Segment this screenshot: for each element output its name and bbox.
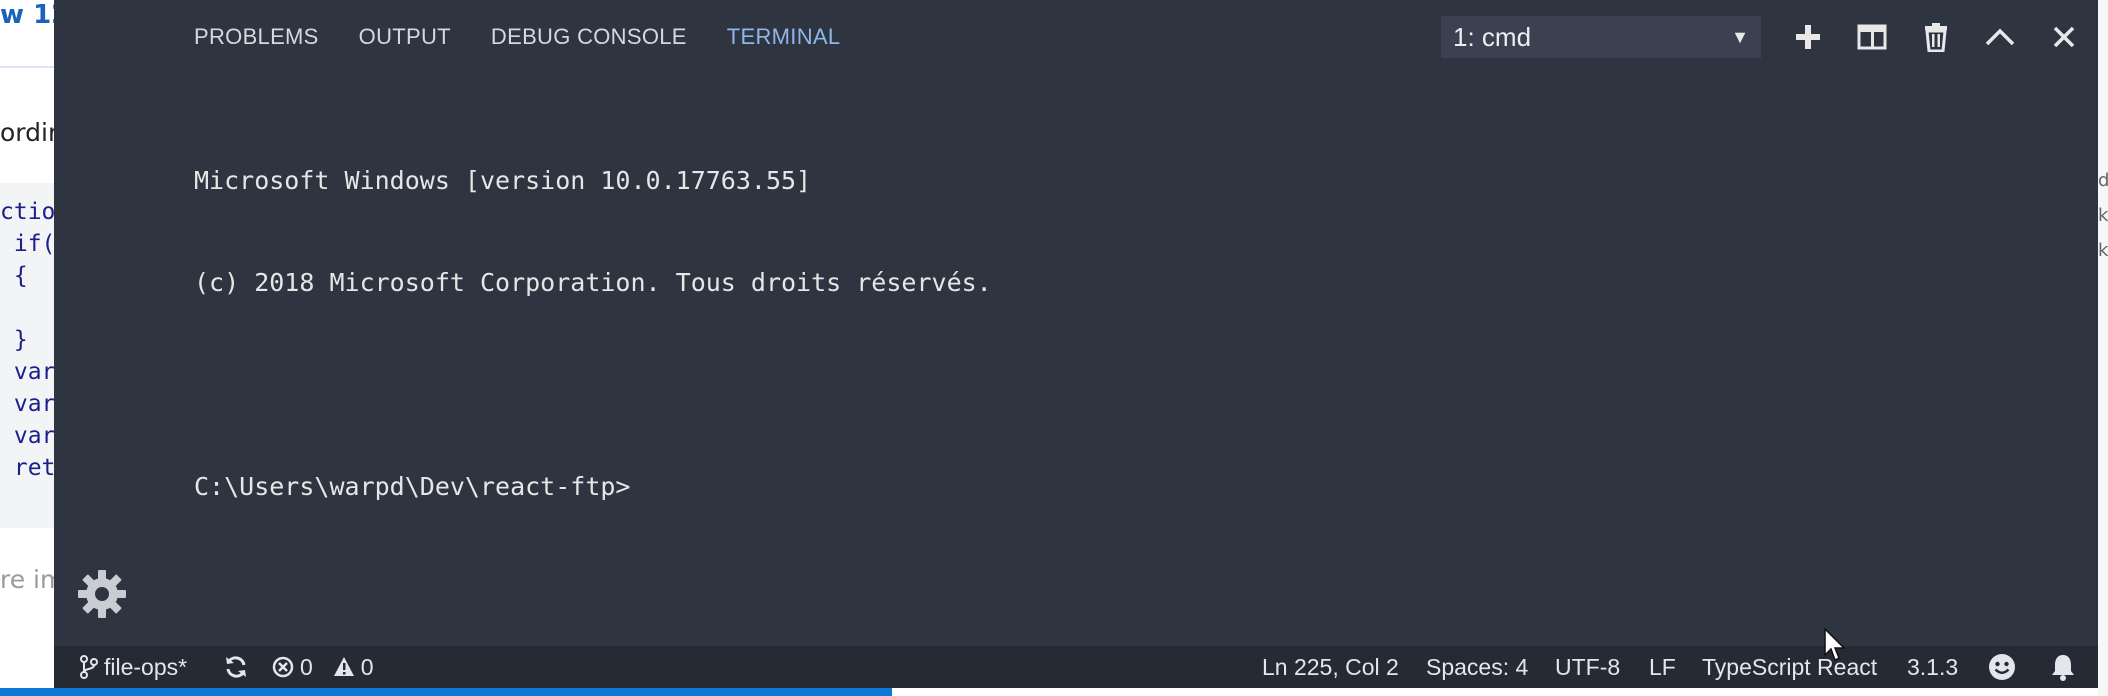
status-bar: file-ops* 0 0 Ln 225, Col 2 Spaces: 4 UT…: [54, 646, 2098, 688]
warning-icon: [333, 656, 355, 678]
notifications-button[interactable]: [2050, 646, 2076, 688]
sync-icon: [224, 655, 248, 679]
background-accent-bar: [0, 688, 892, 696]
code-line: }: [0, 327, 28, 353]
error-icon: [272, 656, 294, 678]
status-ts-version[interactable]: 3.1.3: [1907, 646, 1958, 688]
terminal-selector[interactable]: 1: cmd ▼: [1441, 16, 1761, 58]
bottom-panel: PROBLEMS OUTPUT DEBUG CONSOLE TERMINAL 1…: [54, 0, 2098, 646]
tab-terminal[interactable]: TERMINAL: [727, 24, 841, 50]
smiley-icon: [1988, 653, 2016, 681]
trash-icon: [1924, 22, 1948, 52]
warning-count: 0: [360, 653, 374, 680]
split-icon: [1857, 24, 1887, 50]
background-code-block: ctio if( { } var var var ret: [0, 183, 60, 528]
maximize-panel-button[interactable]: [1980, 17, 2020, 57]
status-eol[interactable]: LF: [1649, 646, 1676, 688]
background-divider: [0, 66, 60, 68]
panel-tab-bar: PROBLEMS OUTPUT DEBUG CONSOLE TERMINAL: [194, 24, 840, 50]
background-right-mark: d: [2098, 170, 2108, 191]
mouse-cursor-icon: [1824, 627, 1846, 662]
status-problems[interactable]: 0 0: [272, 646, 374, 688]
terminal-prompt: C:\Users\warpd\Dev\react-ftp>: [194, 472, 631, 501]
status-language[interactable]: TypeScript React: [1702, 646, 1877, 688]
code-line: ctio: [0, 199, 56, 225]
error-count: 0: [300, 653, 313, 680]
background-right-mark: k: [2098, 205, 2108, 226]
tab-problems[interactable]: PROBLEMS: [194, 24, 319, 50]
kill-terminal-button[interactable]: [1916, 17, 1956, 57]
code-line: ret: [0, 455, 56, 481]
code-line: var: [0, 359, 56, 385]
close-icon: [2052, 25, 2076, 49]
status-encoding[interactable]: UTF-8: [1555, 646, 1620, 688]
chevron-up-icon: [1985, 27, 2015, 47]
gear-icon: [76, 570, 128, 624]
close-panel-button[interactable]: [2044, 17, 2084, 57]
terminal-line: Microsoft Windows [version 10.0.17763.55…: [194, 166, 812, 195]
branch-name: file-ops*: [104, 653, 188, 680]
plus-icon: [1795, 24, 1821, 50]
status-branch[interactable]: file-ops*: [80, 646, 187, 688]
status-cursor-position[interactable]: Ln 225, Col 2: [1262, 646, 1399, 688]
manage-button[interactable]: [76, 568, 128, 620]
status-indentation[interactable]: Spaces: 4: [1426, 646, 1528, 688]
git-branch-icon: [80, 655, 98, 679]
new-terminal-button[interactable]: [1788, 17, 1828, 57]
terminal-line: (c) 2018 Microsoft Corporation. Tous dro…: [194, 268, 992, 297]
tab-debug-console[interactable]: DEBUG CONSOLE: [491, 24, 687, 50]
chevron-down-icon: ▼: [1731, 26, 1749, 47]
background-right-strip: [2098, 0, 2108, 696]
terminal-selector-value: 1: cmd: [1453, 21, 1532, 52]
bell-icon: [2050, 653, 2076, 681]
split-terminal-button[interactable]: [1852, 17, 1892, 57]
sync-button[interactable]: [224, 646, 248, 688]
code-line: {: [0, 263, 28, 289]
code-line: var: [0, 423, 56, 449]
code-line: if(: [0, 231, 56, 257]
feedback-button[interactable]: [1988, 646, 2016, 688]
terminal-output[interactable]: Microsoft Windows [version 10.0.17763.55…: [194, 96, 992, 572]
background-paragraph: ordir: [0, 118, 59, 147]
tab-output[interactable]: OUTPUT: [359, 24, 451, 50]
background-right-mark: k: [2098, 240, 2108, 261]
code-line: var: [0, 391, 56, 417]
